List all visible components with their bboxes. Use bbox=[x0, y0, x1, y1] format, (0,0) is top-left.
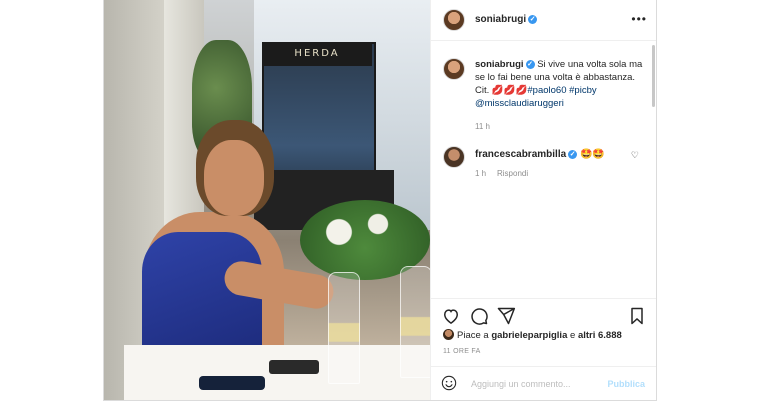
caption-verified-badge-icon: ✓ bbox=[525, 60, 535, 69]
hashtag-picby[interactable]: #picby bbox=[569, 85, 596, 96]
liker-username[interactable]: gabrieleparpiglia bbox=[491, 330, 567, 341]
comment-reply-link[interactable]: Rispondi bbox=[497, 169, 528, 178]
share-plane-icon[interactable] bbox=[496, 306, 516, 326]
post-photo[interactable]: HERDA bbox=[104, 0, 430, 400]
likes-summary: Piace a gabrieleparpiglia e altri 6.888 bbox=[443, 329, 622, 341]
save-bookmark-icon[interactable] bbox=[627, 306, 647, 326]
likes-others-count[interactable]: altri 6.888 bbox=[578, 330, 622, 341]
post-header: soniabrugi ✓ ••• bbox=[431, 0, 656, 41]
caption-username[interactable]: soniabrugi bbox=[475, 59, 524, 70]
photo-phone-dark bbox=[269, 360, 319, 374]
author-username-row[interactable]: soniabrugi ✓ bbox=[475, 14, 538, 25]
comment-time[interactable]: 1 h bbox=[475, 169, 486, 178]
comment-like-heart-icon[interactable]: ♡ bbox=[631, 150, 639, 161]
add-comment-bar: Aggiungi un commento... Pubblica bbox=[431, 366, 656, 400]
post-actions-bar bbox=[431, 298, 656, 333]
caption-time[interactable]: 11 h bbox=[475, 122, 490, 131]
author-username[interactable]: soniabrugi bbox=[475, 14, 526, 25]
hashtag-paolo60[interactable]: #paolo60 bbox=[527, 85, 566, 96]
comment-bubble-icon[interactable] bbox=[469, 306, 489, 326]
instagram-post: HERDA soniabrugi ✓ ••• soniabrugi ✓ Si viv… bbox=[103, 0, 657, 401]
comment-username[interactable]: francescabrambilla bbox=[475, 149, 566, 160]
caption-kiss-emoji: 💋💋💋 bbox=[491, 85, 528, 96]
caption-text: soniabrugi ✓ Si vive una volta sola ma se… bbox=[475, 58, 643, 110]
author-avatar[interactable] bbox=[443, 9, 465, 31]
photo-shop-sign: HERDA bbox=[262, 42, 372, 66]
caption-avatar[interactable] bbox=[443, 58, 465, 80]
photo-wine-glass-2 bbox=[400, 266, 430, 378]
mention-missclaudiaruggeri[interactable]: @missclaudiaruggeri bbox=[475, 98, 564, 109]
post-side-panel: soniabrugi ✓ ••• soniabrugi ✓ Si vive una … bbox=[430, 0, 656, 400]
photo-woman-face bbox=[204, 140, 264, 216]
photo-wine-glass bbox=[328, 272, 360, 384]
likes-connector: e bbox=[570, 330, 576, 341]
publish-button[interactable]: Pubblica bbox=[607, 379, 645, 389]
post-timestamp[interactable]: 11 ORE FA bbox=[443, 348, 481, 355]
comments-scrollbar[interactable] bbox=[652, 45, 655, 107]
more-options-icon[interactable]: ••• bbox=[631, 12, 647, 26]
verified-badge-icon: ✓ bbox=[528, 15, 538, 24]
likes-prefix: Piace a bbox=[457, 330, 489, 341]
comment-text: 🤩🤩 bbox=[579, 149, 605, 160]
comment-input[interactable]: Aggiungi un commento... bbox=[471, 379, 571, 389]
emoji-smile-icon[interactable] bbox=[441, 375, 457, 391]
comment-row: francescabrambilla ✓ 🤩🤩 bbox=[475, 149, 605, 160]
liker-avatar[interactable] bbox=[443, 329, 454, 340]
photo-phone-blue bbox=[199, 376, 265, 390]
comment-verified-badge-icon: ✓ bbox=[568, 150, 578, 159]
comment-avatar[interactable] bbox=[443, 146, 465, 168]
like-heart-icon[interactable] bbox=[441, 306, 461, 326]
